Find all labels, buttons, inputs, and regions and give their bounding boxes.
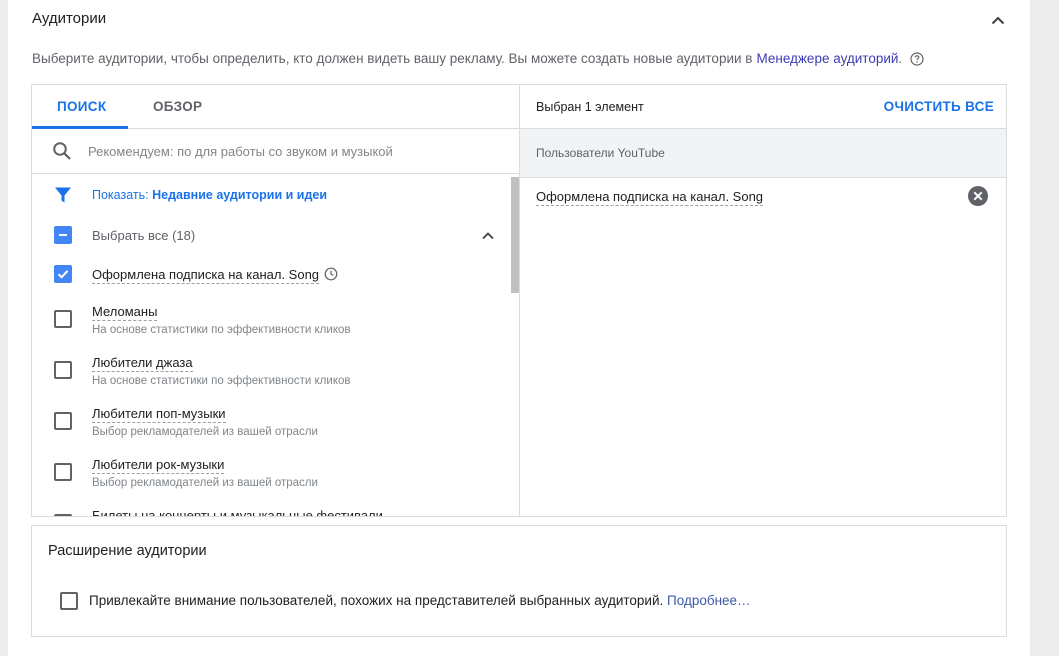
expansion-checkbox-label: Привлекайте внимание пользователей, похо…	[89, 593, 664, 608]
audience-item-title[interactable]: Любители рок-музыки	[92, 457, 225, 474]
audience-item-title[interactable]: Любители джаза	[92, 355, 193, 372]
clock-icon	[324, 267, 338, 286]
select-all-checkbox[interactable]	[54, 226, 72, 244]
audience-manager-link[interactable]: Менеджере аудиторий	[756, 51, 898, 66]
audience-item-subtitle: На основе статистики по эффективности кл…	[92, 324, 351, 336]
collapse-button[interactable]	[986, 8, 1010, 32]
filter-icon	[54, 186, 72, 209]
audience-item-title[interactable]: Билеты на концерты и музыкальные фестива…	[92, 508, 383, 516]
filter-prefix: Показать:	[92, 188, 149, 202]
filter-value: Недавние аудитории и идеи	[152, 188, 328, 202]
selected-header: Выбран 1 элемент ОЧИСТИТЬ ВСЕ	[520, 85, 1006, 129]
selected-panel: Выбран 1 элемент ОЧИСТИТЬ ВСЕ Пользовате…	[520, 85, 1006, 516]
close-circle-icon	[968, 186, 988, 206]
selected-group-title: Пользователи YouTube	[536, 146, 665, 160]
tab-bar: ПОИСК ОБЗОР	[32, 85, 519, 129]
audience-checkbox[interactable]	[54, 361, 72, 379]
audience-list: Показать: Недавние аудитории и идеи Выбр…	[32, 175, 519, 516]
audience-checkbox[interactable]	[54, 310, 72, 328]
expansion-title: Расширение аудитории	[48, 543, 207, 559]
audience-item-title[interactable]: Меломаны	[92, 304, 158, 321]
audience-checkbox[interactable]	[54, 514, 72, 516]
audience-item-title[interactable]: Оформлена подписка на канал. Song	[92, 267, 320, 284]
expansion-label: Привлекайте внимание пользователей, похо…	[89, 593, 751, 608]
section-title: Аудитории	[32, 10, 107, 27]
audience-browser: ПОИСК ОБЗОР Показать: Недавние аудитории…	[32, 85, 520, 516]
audience-checkbox[interactable]	[54, 412, 72, 430]
remove-selected-button[interactable]	[968, 186, 988, 206]
select-all-label: Выбрать все (18)	[92, 228, 196, 243]
filter-row[interactable]: Показать: Недавние аудитории и идеи	[32, 175, 502, 213]
group-collapse-button[interactable]	[482, 227, 494, 245]
learn-more-link[interactable]: Подробнее…	[667, 593, 751, 608]
scrollbar-thumb[interactable]	[511, 177, 519, 293]
audience-item-subtitle: Выбор рекламодателей из вашей отрасли	[92, 477, 318, 489]
tab-search[interactable]: ПОИСК	[57, 99, 106, 114]
chevron-up-icon	[991, 16, 1005, 24]
audience-checkbox[interactable]	[54, 265, 72, 283]
search-icon	[52, 141, 72, 166]
selected-count: Выбран 1 элемент	[536, 100, 644, 114]
audience-expansion-section: Расширение аудитории Привлекайте внимани…	[31, 525, 1007, 637]
chevron-up-icon	[482, 232, 494, 240]
selected-group-header: Пользователи YouTube	[520, 129, 1006, 178]
description-text: Выберите аудитории, чтобы определить, кт…	[32, 51, 753, 66]
section-description: Выберите аудитории, чтобы определить, кт…	[32, 51, 924, 66]
selected-audience-item[interactable]: Оформлена подписка на канал. Song	[536, 189, 764, 206]
audience-checkbox[interactable]	[54, 463, 72, 481]
audience-picker: ПОИСК ОБЗОР Показать: Недавние аудитории…	[31, 84, 1007, 517]
help-icon[interactable]	[910, 51, 924, 66]
minus-icon	[59, 234, 67, 236]
checkmark-icon	[57, 270, 69, 279]
list-scrollbar[interactable]	[510, 175, 519, 516]
clear-all-button[interactable]: ОЧИСТИТЬ ВСЕ	[884, 99, 994, 114]
audience-item-subtitle: На основе статистики по эффективности кл…	[92, 375, 351, 387]
filter-label[interactable]: Показать: Недавние аудитории и идеи	[92, 188, 327, 202]
search-row	[32, 129, 519, 174]
audience-item-subtitle: Выбор рекламодателей из вашей отрасли	[92, 426, 318, 438]
audiences-card: Аудитории Выберите аудитории, чтобы опре…	[8, 0, 1030, 656]
search-input[interactable]	[88, 139, 488, 163]
description-tail: .	[898, 51, 903, 66]
audience-item-title[interactable]: Любители поп-музыки	[92, 406, 226, 423]
tab-browse[interactable]: ОБЗОР	[153, 99, 202, 114]
expansion-checkbox[interactable]	[60, 592, 78, 610]
